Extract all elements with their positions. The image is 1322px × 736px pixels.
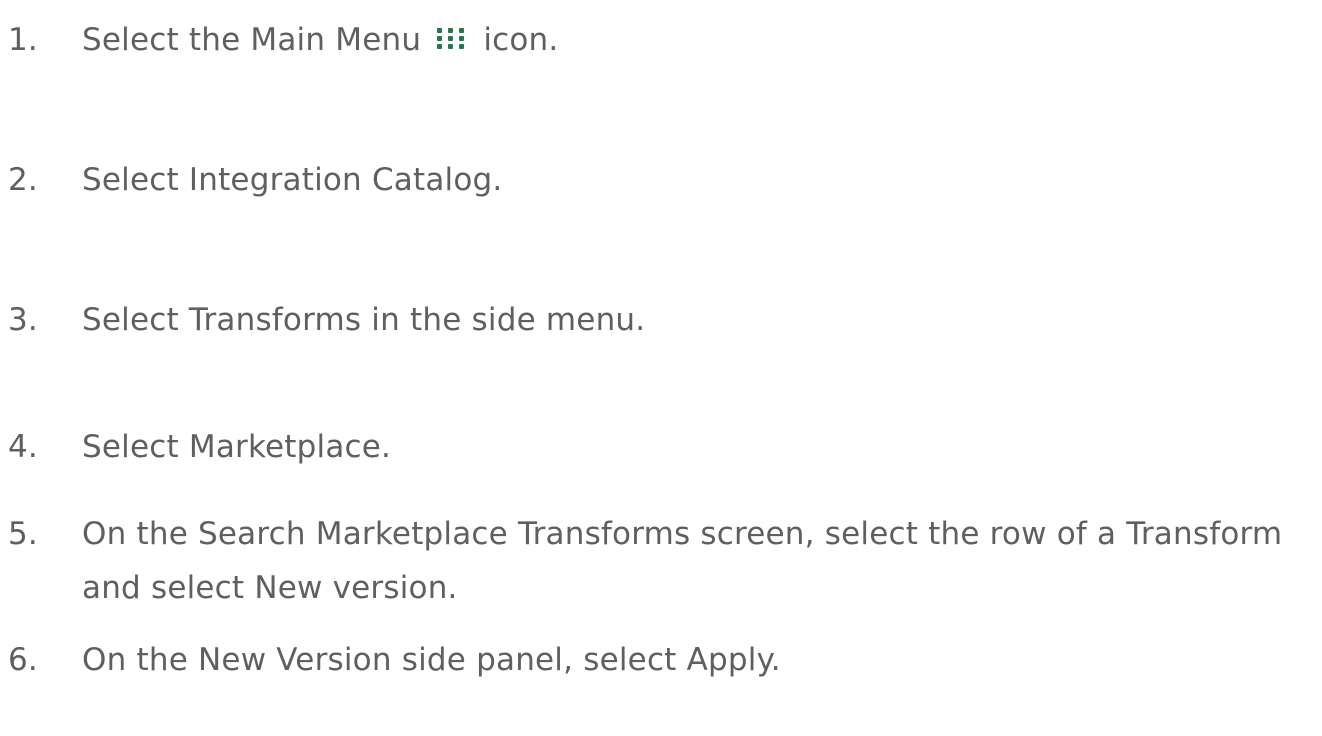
step-number: 4. — [8, 429, 38, 465]
grid-dots-icon — [435, 13, 467, 67]
step-text-suffix: icon. — [483, 22, 559, 58]
step-text: On the New Version side panel, select Ap… — [82, 642, 781, 678]
step-text: Select Marketplace. — [82, 429, 392, 465]
step-1: 1. Select the Main Menu icon. — [8, 13, 1312, 67]
step-5: 5. On the Search Marketplace Transforms s… — [8, 507, 1312, 615]
step-number: 2. — [8, 162, 38, 198]
step-number: 3. — [8, 302, 38, 338]
step-number: 6. — [8, 642, 38, 678]
step-4: 4. Select Marketplace. — [8, 420, 1312, 474]
step-text-line-2: and select New version. — [82, 570, 458, 606]
step-text: Select Integration Catalog. — [82, 162, 503, 198]
step-text: Select Transforms in the side menu. — [82, 302, 646, 338]
instruction-steps: 1. Select the Main Menu icon. 2. Select In… — [0, 0, 1322, 736]
step-2: 2. Select Integration Catalog. — [8, 153, 1312, 207]
step-text: Select the Main Menu — [82, 22, 422, 58]
step-number: 1. — [8, 22, 38, 58]
step-text-line-1: On the Search Marketplace Transforms scr… — [82, 516, 1283, 552]
step-3: 3. Select Transforms in the side menu. — [8, 293, 1312, 347]
step-6: 6. On the New Version side panel, select … — [8, 633, 1312, 687]
step-number: 5. — [8, 516, 38, 552]
